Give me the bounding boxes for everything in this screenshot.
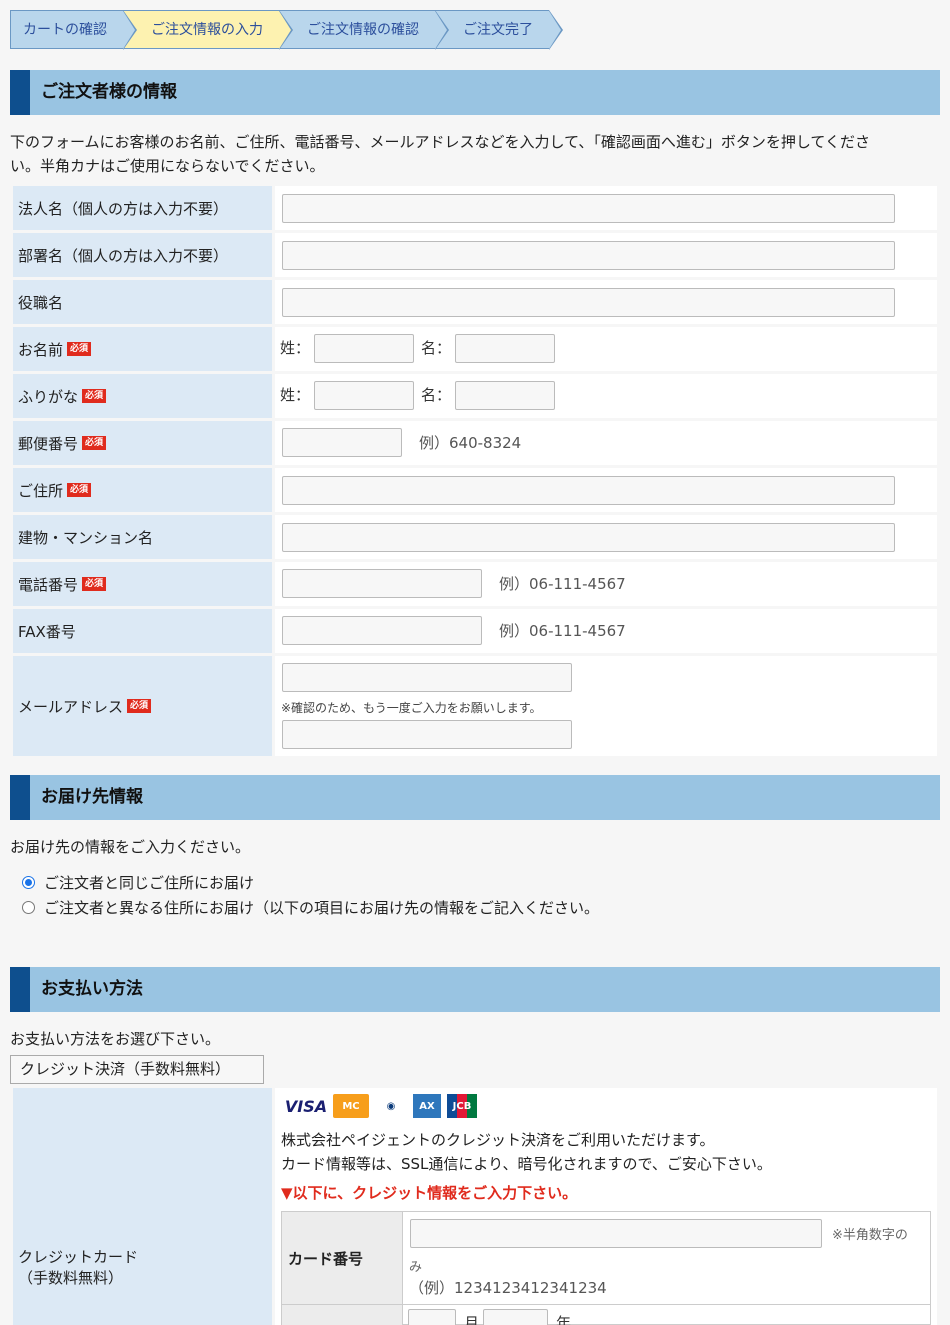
- dept-row: 部署名（個人の方は入力不要）: [13, 233, 937, 277]
- step-confirm: ご注文情報の確認: [279, 10, 449, 50]
- card-number-label: カード番号: [282, 1212, 403, 1304]
- checkout-steps: カートの確認 ご注文情報の入力 ご注文情報の確認 ご注文完了: [10, 10, 563, 50]
- step-complete: ご注文完了: [435, 10, 563, 50]
- mastercard-icon: MC: [333, 1094, 369, 1118]
- fax-label: FAX番号: [13, 609, 272, 653]
- zip-row: 郵便番号 必須 例）640-8324: [13, 421, 937, 465]
- card-number-example: （例）1234123412341234: [409, 1279, 607, 1297]
- address-input[interactable]: [282, 476, 895, 505]
- orderer-intro: 下のフォームにお客様のお名前、ご住所、電話番号、メールアドレスなどを入力して、「…: [10, 133, 870, 151]
- card-number-input[interactable]: [410, 1219, 822, 1248]
- last-name-input[interactable]: [314, 334, 414, 363]
- orderer-intro-2: い。半角カナはご使用にならないでください。: [10, 157, 325, 175]
- expiry-month-input[interactable]: [408, 1309, 456, 1325]
- year-label: 年: [556, 1314, 572, 1325]
- payment-notice: ▼以下に、クレジット情報をご入力下さい。: [281, 1184, 578, 1202]
- name-label: お名前 必須: [13, 327, 272, 371]
- month-label: 月: [464, 1314, 480, 1325]
- zip-input[interactable]: [282, 428, 402, 457]
- position-input[interactable]: [282, 288, 895, 317]
- step-complete-label: ご注文完了: [463, 22, 533, 38]
- credit-card-form: カード番号 ※半角数字の み （例）1234123412341234 月 年: [281, 1211, 931, 1325]
- building-label: 建物・マンション名: [13, 515, 272, 559]
- required-badge: 必須: [67, 342, 92, 356]
- radio-checked-icon[interactable]: [22, 876, 35, 889]
- step-cart: カートの確認: [10, 10, 137, 50]
- payment-desc-2: カード情報等は、SSL通信により、暗号化されますので、ご安心下さい。: [281, 1155, 772, 1173]
- zip-example: 例）640-8324: [419, 434, 522, 452]
- kana-row: ふりがな 必須 姓： 名：: [13, 374, 937, 418]
- step-cart-label: カートの確認: [23, 22, 107, 38]
- dept-label: 部署名（個人の方は入力不要）: [13, 233, 272, 277]
- payment-heading: お支払い方法: [10, 967, 940, 1012]
- last-name-kana-input[interactable]: [314, 381, 414, 410]
- card-brands: VISA MC ◉ AX JCB: [285, 1094, 477, 1118]
- jcb-icon: JCB: [447, 1094, 477, 1118]
- required-badge: 必須: [82, 436, 107, 450]
- fax-example: 例）06-111-4567: [499, 622, 626, 640]
- mei-label: 名：: [421, 339, 452, 357]
- position-row: 役職名: [13, 280, 937, 324]
- visa-icon: VISA: [284, 1096, 328, 1116]
- tel-input[interactable]: [282, 569, 482, 598]
- kana-label: ふりがな 必須: [13, 374, 272, 418]
- address-row: ご住所 必須: [13, 468, 937, 512]
- tel-row: 電話番号 必須 例）06-111-4567: [13, 562, 937, 606]
- email-row: メールアドレス 必須 ※確認のため、もう一度ご入力をお願いします。: [13, 656, 937, 756]
- payment-intro: お支払い方法をお選び下さい。: [10, 1030, 221, 1048]
- card-number-note-2: み: [409, 1260, 423, 1275]
- required-badge: 必須: [82, 577, 107, 591]
- sei-label: 姓：: [280, 339, 311, 357]
- payment-method-select[interactable]: クレジット決済（手数料無料）: [10, 1055, 264, 1084]
- tel-label: 電話番号 必須: [13, 562, 272, 606]
- email-label: メールアドレス 必須: [13, 656, 272, 756]
- position-label: 役職名: [13, 280, 272, 324]
- zip-label: 郵便番号 必須: [13, 421, 272, 465]
- step-input-label: ご注文情報の入力: [151, 22, 263, 38]
- delivery-option-same[interactable]: ご注文者と同じご住所にお届け: [22, 872, 254, 893]
- required-badge: 必須: [82, 389, 107, 403]
- diners-icon: ◉: [386, 1100, 396, 1112]
- company-row: 法人名（個人の方は入力不要）: [13, 186, 937, 230]
- building-row: 建物・マンション名: [13, 515, 937, 559]
- card-number-note: ※半角数字の: [832, 1228, 908, 1243]
- company-label: 法人名（個人の方は入力不要）: [13, 186, 272, 230]
- expiry-year-input[interactable]: [483, 1309, 548, 1325]
- company-input[interactable]: [282, 194, 895, 223]
- address-label: ご住所 必須: [13, 468, 272, 512]
- mei-label: 名：: [421, 386, 452, 404]
- payment-desc-1: 株式会社ペイジェントのクレジット決済をご利用いただけます。: [281, 1131, 715, 1149]
- delivery-option-different[interactable]: ご注文者と異なる住所にお届け（以下の項目にお届け先の情報をご記入ください。: [22, 897, 599, 918]
- delivery-heading: お届け先情報: [10, 775, 940, 820]
- fax-input[interactable]: [282, 616, 482, 645]
- sei-label: 姓：: [280, 386, 311, 404]
- required-badge: 必須: [127, 699, 152, 713]
- dept-input[interactable]: [282, 241, 895, 270]
- amex-icon: AX: [413, 1094, 441, 1118]
- delivery-intro: お届け先の情報をご入力ください。: [10, 838, 251, 856]
- step-input: ご注文情報の入力: [123, 10, 293, 50]
- fax-row: FAX番号 例）06-111-4567: [13, 609, 937, 653]
- first-name-kana-input[interactable]: [455, 381, 555, 410]
- email-confirm-input[interactable]: [282, 720, 572, 749]
- radio-unchecked-icon[interactable]: [22, 901, 35, 914]
- step-confirm-label: ご注文情報の確認: [307, 22, 419, 38]
- orderer-heading: ご注文者様の情報: [10, 70, 940, 115]
- required-badge: 必須: [67, 483, 92, 497]
- email-confirm-note: ※確認のため、もう一度ご入力をお願いします。: [281, 701, 542, 715]
- tel-example: 例）06-111-4567: [499, 575, 626, 593]
- name-row: お名前 必須 姓： 名：: [13, 327, 937, 371]
- email-input[interactable]: [282, 663, 572, 692]
- building-input[interactable]: [282, 523, 895, 552]
- credit-card-label: クレジットカード （手数料無料）: [13, 1088, 272, 1325]
- first-name-input[interactable]: [455, 334, 555, 363]
